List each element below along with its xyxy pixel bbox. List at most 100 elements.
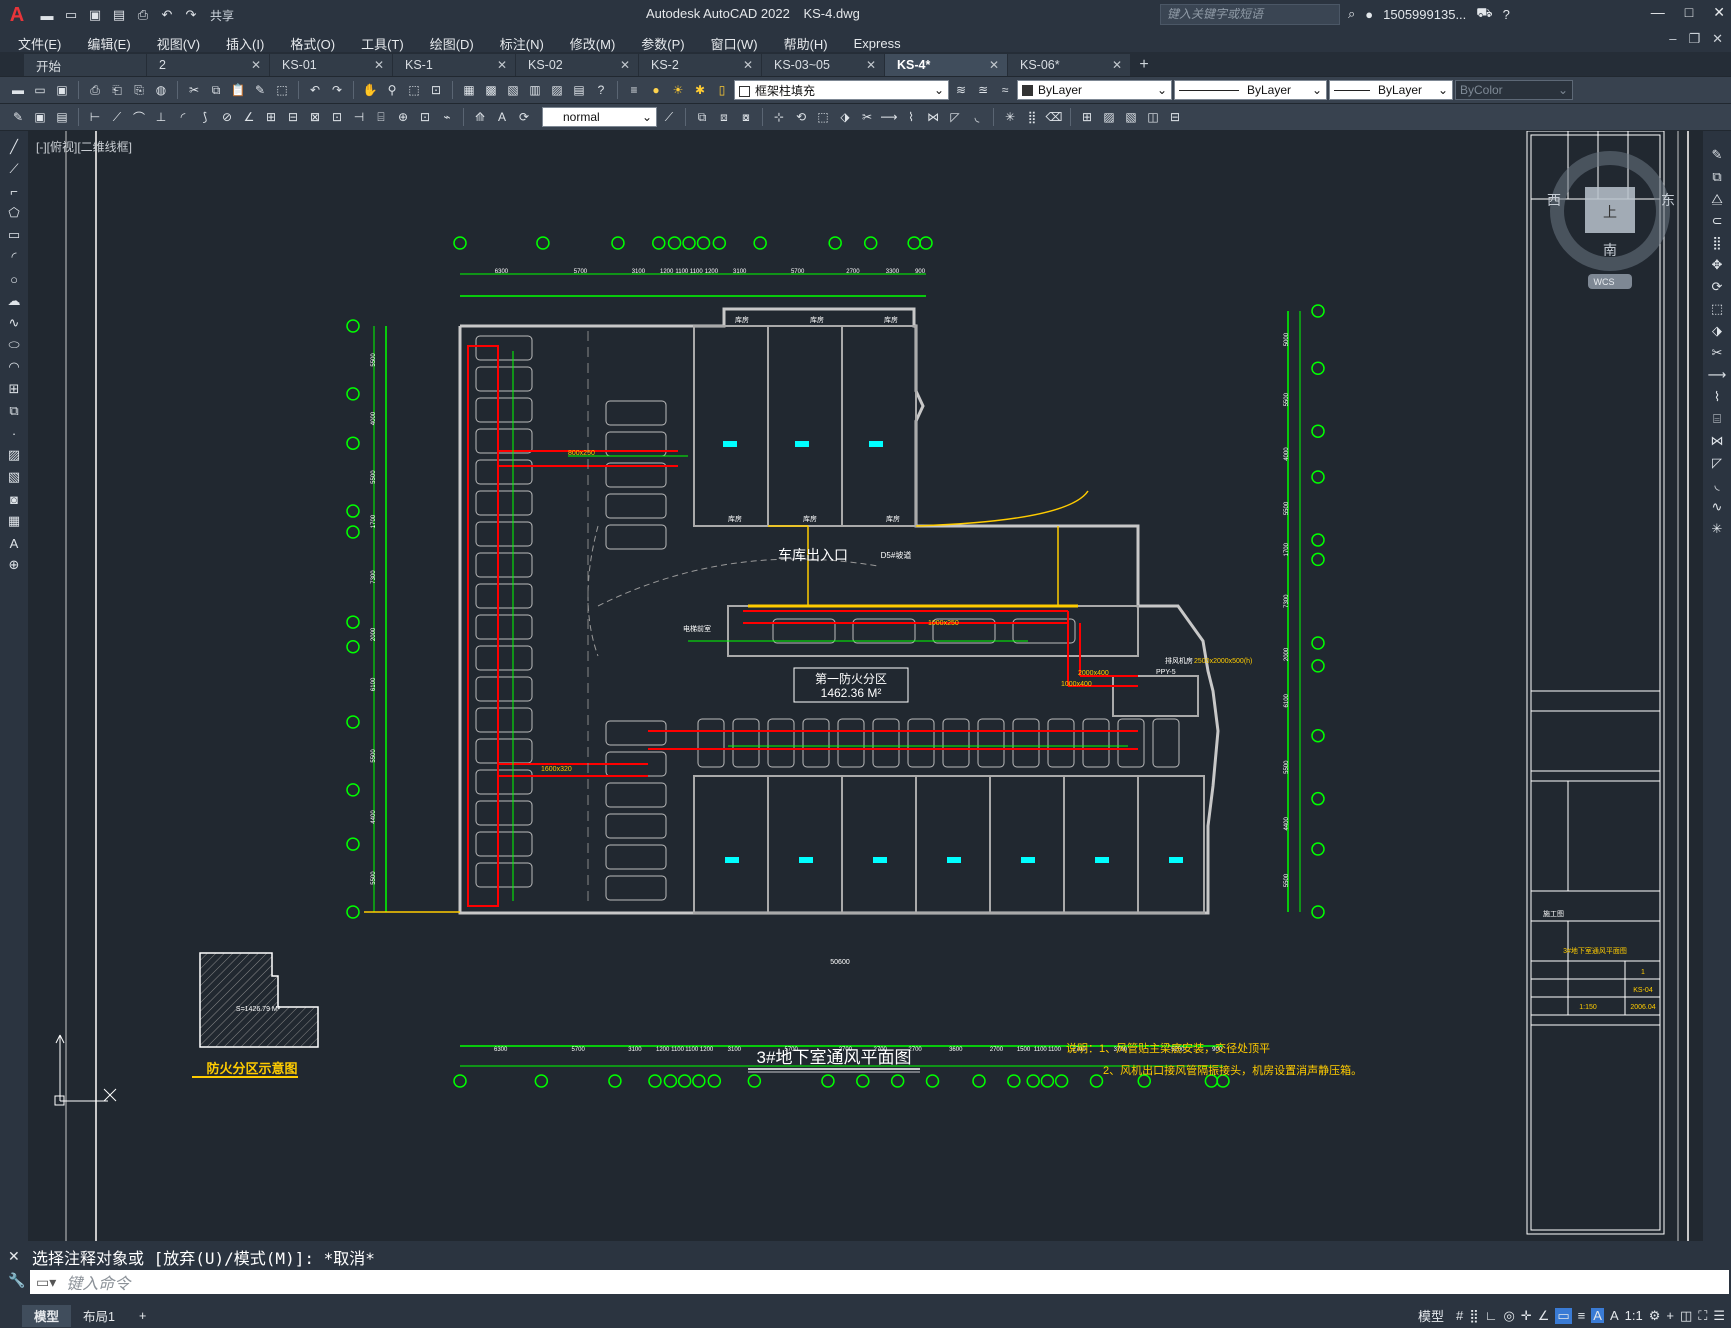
mirror-icon[interactable]: ⧈ [714, 107, 734, 127]
user-name[interactable]: 1505999135... [1383, 7, 1466, 22]
ellipse-icon[interactable]: ⬭ [4, 335, 24, 355]
mirror-icon[interactable]: ⧋ [1707, 189, 1727, 209]
jogged-icon[interactable]: ⟆ [195, 107, 215, 127]
menu-view[interactable]: 视图(V) [157, 34, 200, 53]
add-tab-button[interactable]: + [1131, 54, 1157, 76]
copy-icon[interactable]: ⧉ [206, 80, 226, 100]
viewcube-west[interactable]: 西 [1547, 192, 1561, 208]
dim-text-edit-icon[interactable]: A [492, 107, 512, 127]
table-icon[interactable]: ⊟ [1165, 107, 1185, 127]
performance-icon[interactable]: ◫ [1680, 1308, 1692, 1324]
diameter-icon[interactable]: ⊘ [217, 107, 237, 127]
new-icon[interactable]: ▬ [8, 80, 28, 100]
doc-close-icon[interactable]: ✕ [1712, 31, 1723, 47]
region-icon[interactable]: ◫ [1143, 107, 1163, 127]
user-icon[interactable]: ● [1365, 7, 1373, 22]
ortho-icon[interactable]: ∟ [1485, 1308, 1498, 1323]
tab-ks-06[interactable]: KS-06* ✕ [1008, 54, 1130, 76]
erase-icon[interactable]: ✎ [1707, 145, 1727, 165]
globe-icon[interactable]: ◍ [151, 80, 171, 100]
chamfer-icon[interactable]: ◸ [945, 107, 965, 127]
tab-close-icon[interactable]: ✕ [1112, 58, 1122, 72]
make-current-icon[interactable]: ≋ [951, 80, 971, 100]
bulb-icon[interactable]: ● [646, 80, 666, 100]
menu-window[interactable]: 窗口(W) [711, 34, 758, 53]
tab-2[interactable]: 2 ✕ [147, 54, 269, 76]
menu-icon[interactable]: ☰ [1713, 1308, 1725, 1324]
menu-insert[interactable]: 插入(I) [226, 34, 264, 53]
jogged-linear-icon[interactable]: ⌁ [437, 107, 457, 127]
linear-dim-icon[interactable]: ⊢ [85, 107, 105, 127]
extend-icon[interactable]: ⟶ [879, 107, 899, 127]
viewport-label[interactable]: [-][俯视][二维线框] [36, 138, 132, 155]
menu-tools[interactable]: 工具(T) [361, 34, 404, 53]
tab-ks-02[interactable]: KS-02 ✕ [516, 54, 638, 76]
angular-icon[interactable]: ∠ [239, 107, 259, 127]
tab-ks-03-05[interactable]: KS-03~05 ✕ [762, 54, 884, 76]
save-as-icon[interactable]: ▤ [108, 4, 130, 26]
blend-icon[interactable]: ∿ [1707, 497, 1727, 517]
quick-dim-icon[interactable]: ⊞ [261, 107, 281, 127]
continue-icon[interactable]: ⊠ [305, 107, 325, 127]
menu-draw[interactable]: 绘图(D) [430, 34, 474, 53]
scale-icon[interactable]: ⬚ [813, 107, 833, 127]
design-center-icon[interactable]: ▩ [481, 80, 501, 100]
fillet-icon[interactable]: ◟ [967, 107, 987, 127]
tab-close-icon[interactable]: ✕ [374, 58, 384, 72]
annotation-scale-icon[interactable]: A [1610, 1308, 1619, 1323]
offset-icon[interactable]: ⧇ [736, 107, 756, 127]
zoom-realtime-icon[interactable]: ⚲ [382, 80, 402, 100]
table-icon[interactable]: ▦ [4, 511, 24, 531]
menu-express[interactable]: Express [854, 36, 901, 51]
block-icon[interactable]: ⬚ [272, 80, 292, 100]
freeze-icon[interactable]: ✱ [690, 80, 710, 100]
layer-state-icon[interactable]: ≈ [995, 80, 1015, 100]
circle-icon[interactable]: ○ [4, 269, 24, 289]
break-icon[interactable]: ⌇ [901, 107, 921, 127]
tab-close-icon[interactable]: ✕ [989, 58, 999, 72]
linetype-select[interactable]: ByLayer ⌄ [1174, 80, 1327, 100]
menu-dimension[interactable]: 标注(N) [500, 34, 544, 53]
maximize-icon[interactable]: □ [1685, 4, 1693, 21]
menu-modify[interactable]: 修改(M) [570, 34, 616, 53]
plot-icon[interactable]: ⎙ [85, 80, 105, 100]
autocad-logo-icon[interactable]: A [4, 2, 30, 28]
new-icon[interactable]: ▬ [36, 4, 58, 26]
dimstyle-select[interactable]: normal ⌄ [542, 107, 657, 127]
join-icon[interactable]: ⋈ [923, 107, 943, 127]
selection-cycling-icon[interactable]: ▭ [1555, 1307, 1572, 1324]
gear-icon[interactable]: ⚙ [1649, 1308, 1661, 1324]
rotate-icon[interactable]: ⟲ [791, 107, 811, 127]
rotate-icon[interactable]: ⟳ [1707, 277, 1727, 297]
undo-icon[interactable]: ↶ [156, 4, 178, 26]
tab-close-icon[interactable]: ✕ [620, 58, 630, 72]
make-block-icon[interactable]: ⧉ [4, 401, 24, 421]
break-point-icon[interactable]: ⌇ [1707, 387, 1727, 407]
calculator-icon[interactable]: ▤ [569, 80, 589, 100]
scale-value[interactable]: 1:1 [1625, 1308, 1643, 1323]
mtext-icon[interactable]: A [4, 533, 24, 553]
arc-icon[interactable]: ◜ [4, 247, 24, 267]
paste-icon[interactable]: 📋 [228, 80, 248, 100]
command-line[interactable]: ▭▾ 键入命令 [30, 1270, 1729, 1294]
wcs-label[interactable]: WCS [1594, 277, 1615, 287]
tab-close-icon[interactable]: ✕ [743, 58, 753, 72]
model-space-label[interactable]: 模型 [1418, 1306, 1444, 1325]
chamfer-icon[interactable]: ◸ [1707, 453, 1727, 473]
insert-block-icon[interactable]: ⊞ [4, 379, 24, 399]
hatch-icon[interactable]: ▨ [1099, 107, 1119, 127]
cut-icon[interactable]: ✂ [184, 80, 204, 100]
erase-icon[interactable]: ⌫ [1044, 107, 1064, 127]
markup-icon[interactable]: ▨ [547, 80, 567, 100]
tab-close-icon[interactable]: ✕ [497, 58, 507, 72]
pan-icon[interactable]: ✋ [360, 80, 380, 100]
dim-break-icon[interactable]: ⊣ [349, 107, 369, 127]
explode-icon[interactable]: ✳ [1000, 107, 1020, 127]
tab-ks-4[interactable]: KS-4* ✕ [885, 54, 1007, 76]
hatch-icon[interactable]: ▨ [4, 445, 24, 465]
extend-icon[interactable]: ⟶ [1707, 365, 1727, 385]
attribute-icon[interactable]: ▤ [52, 107, 72, 127]
undo-icon[interactable]: ↶ [305, 80, 325, 100]
inspection-icon[interactable]: ⊡ [415, 107, 435, 127]
command-icon[interactable]: ▭▾ [36, 1274, 56, 1291]
